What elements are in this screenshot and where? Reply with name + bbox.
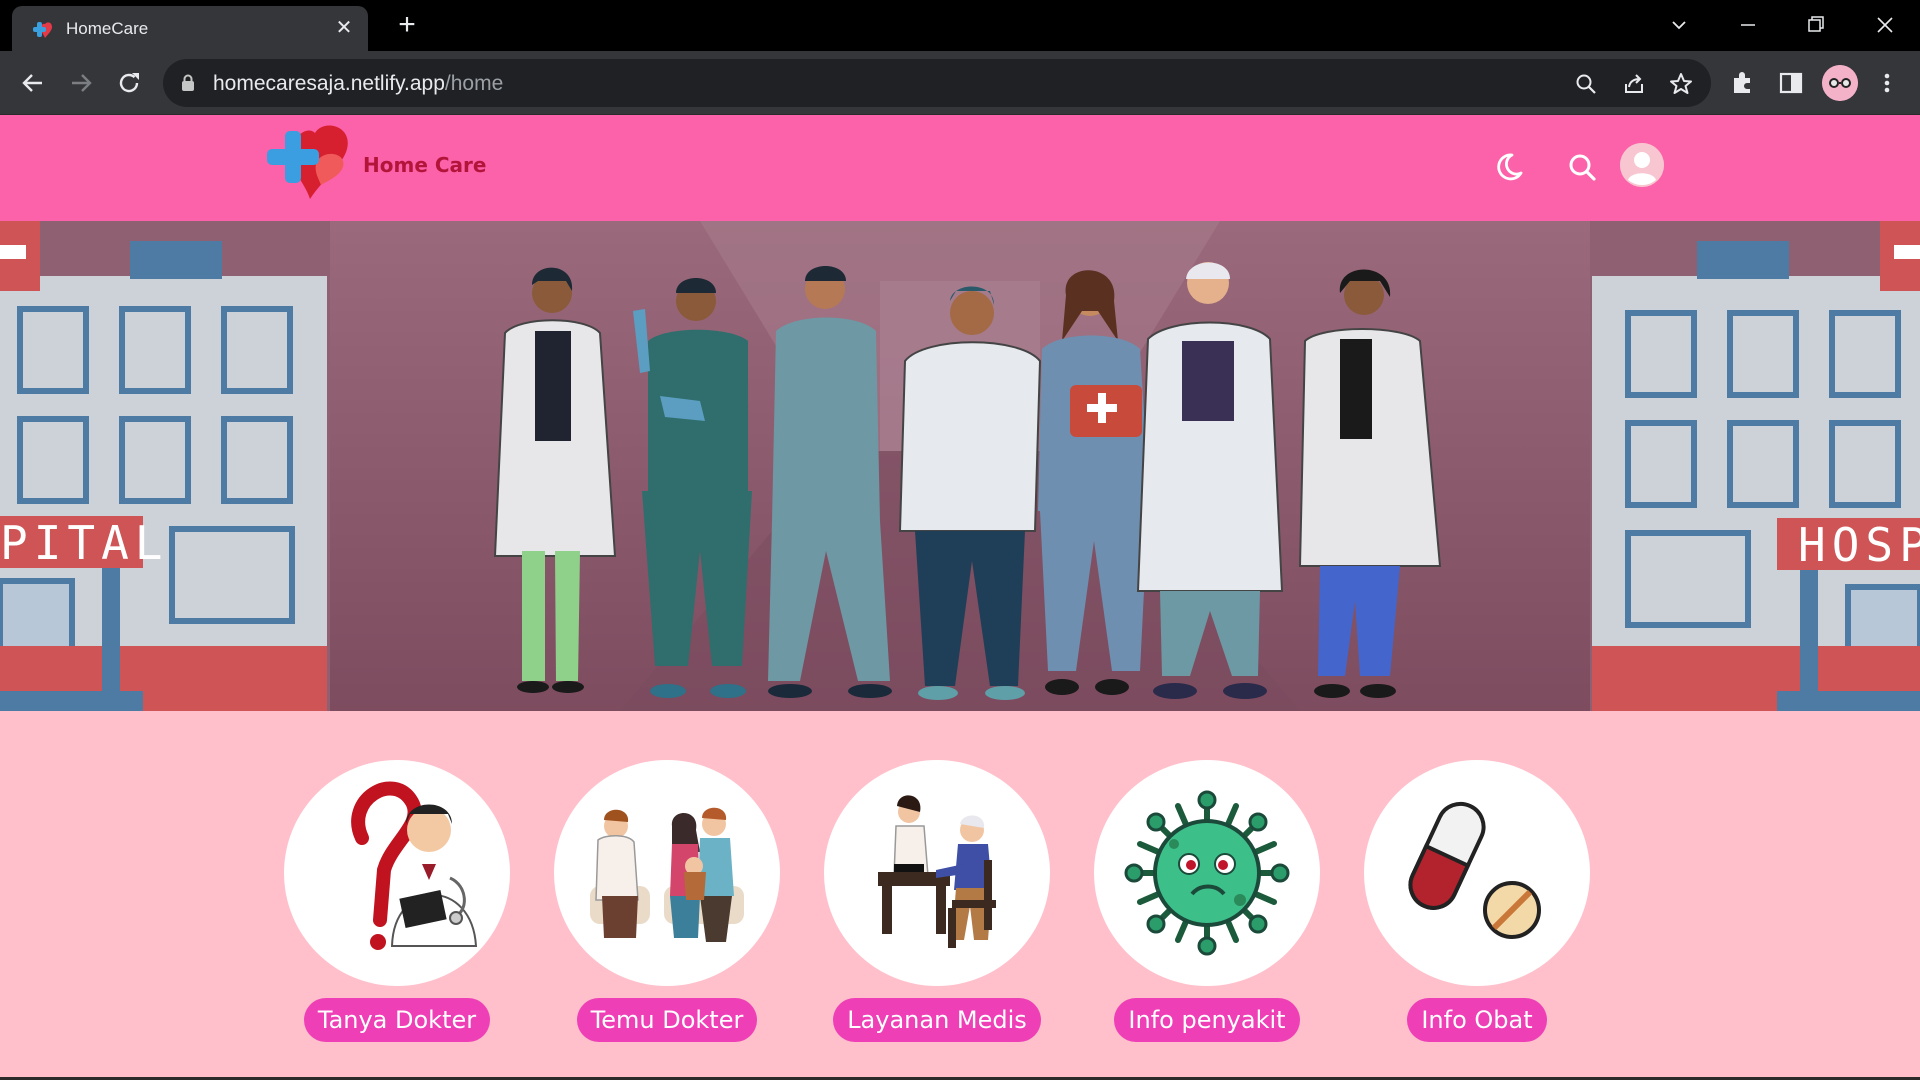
service-label[interactable]: Info penyakit — [1114, 998, 1300, 1042]
profile-glasses-icon — [1822, 65, 1858, 101]
service-image[interactable] — [1364, 760, 1590, 986]
close-window-icon[interactable] — [1870, 10, 1900, 40]
services-section: Tanya Dokter Temu Dokter Layanan Medis I… — [0, 711, 1920, 1080]
url-host: homecaresaja.netlify.app — [213, 72, 445, 95]
lock-icon — [182, 74, 194, 91]
service-image[interactable] — [1094, 760, 1320, 986]
tab-search-chevron-icon[interactable] — [1664, 10, 1694, 40]
service-item[interactable]: Info Obat — [1364, 760, 1590, 1042]
back-icon[interactable] — [17, 67, 49, 99]
address-bar[interactable]: homecaresaja.netlify.app/home — [163, 59, 1711, 107]
bookmark-star-icon[interactable] — [1668, 71, 1694, 97]
profile-avatar[interactable] — [1822, 65, 1858, 101]
favicon-icon — [33, 22, 52, 38]
forward-icon[interactable] — [65, 67, 97, 99]
minimize-icon[interactable] — [1733, 10, 1763, 40]
service-label[interactable]: Tanya Dokter — [303, 998, 491, 1042]
pill-icon — [1408, 801, 1541, 939]
service-image[interactable] — [554, 760, 780, 986]
tab-close-icon[interactable]: ✕ — [332, 16, 356, 40]
left-sign-text: PITAL — [0, 516, 168, 570]
service-label[interactable]: Layanan Medis — [833, 998, 1041, 1042]
right-sign-text: HOSP — [1798, 518, 1920, 572]
zoom-icon[interactable] — [1573, 71, 1599, 97]
virus-icon — [1124, 790, 1290, 956]
service-item[interactable]: Temu Dokter — [554, 760, 780, 1042]
service-item[interactable]: Tanya Dokter — [284, 760, 510, 1042]
service-image[interactable] — [284, 760, 510, 986]
url-path: /home — [444, 72, 504, 95]
service-label[interactable]: Info Obat — [1407, 998, 1547, 1042]
extensions-icon[interactable] — [1728, 68, 1758, 98]
browser-tab[interactable]: HomeCare ✕ — [12, 6, 368, 51]
share-icon[interactable] — [1621, 71, 1647, 97]
medical-service-icon — [878, 795, 996, 948]
moon-icon[interactable] — [1490, 149, 1526, 185]
hero-illustration: PITAL HOSP — [0, 221, 1920, 711]
site-header: Home Care — [0, 115, 1920, 221]
tab-title: HomeCare — [66, 19, 149, 38]
service-item[interactable]: Layanan Medis — [824, 760, 1050, 1042]
user-avatar-icon[interactable] — [1620, 143, 1664, 187]
right-hospital-building — [1592, 221, 1920, 711]
doctor-meeting-icon — [590, 807, 744, 942]
browser-tab-bar: HomeCare ✕ + — [0, 0, 1920, 51]
service-image[interactable] — [824, 760, 1050, 986]
url-text: homecaresaja.netlify.app/home — [213, 72, 503, 96]
hero-banner: PITAL HOSP — [0, 221, 1920, 711]
side-panel-icon[interactable] — [1776, 68, 1806, 98]
left-hospital-building — [0, 221, 327, 711]
browser-toolbar: homecaresaja.netlify.app/home — [0, 51, 1920, 115]
menu-kebab-icon[interactable] — [1872, 68, 1902, 98]
restore-icon[interactable] — [1801, 10, 1831, 40]
reload-icon[interactable] — [113, 67, 145, 99]
logo-icon[interactable] — [265, 119, 357, 201]
new-tab-icon[interactable]: + — [392, 10, 422, 41]
brand-name[interactable]: Home Care — [363, 153, 486, 177]
service-label[interactable]: Temu Dokter — [576, 998, 758, 1042]
search-icon[interactable] — [1564, 149, 1600, 185]
doctor-question-icon — [351, 781, 478, 950]
service-item[interactable]: Info penyakit — [1094, 760, 1320, 1042]
